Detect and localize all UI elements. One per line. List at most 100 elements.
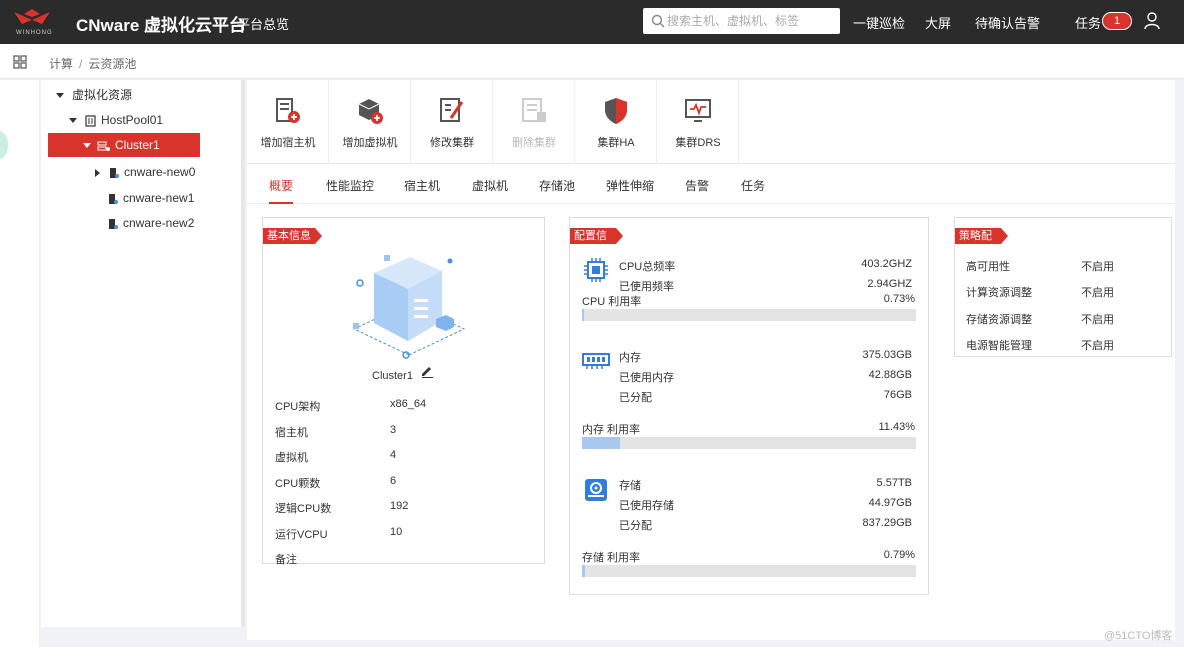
brand-logo[interactable]: WINHONG <box>12 8 64 36</box>
platform-overview-link[interactable]: 平台总览 <box>237 14 289 33</box>
delete-cluster-button[interactable]: 删除集群 <box>493 80 575 164</box>
tree-node-label: HostPool01 <box>101 113 164 127</box>
storage-allocated-value: 837.29GB <box>862 517 912 529</box>
tree-node-virtualization[interactable]: 虚拟化资源 <box>56 83 132 107</box>
basic-info-label: 逻辑CPU数 <box>275 503 332 515</box>
add-vm-icon <box>358 99 383 124</box>
basic-info-value: 6 <box>390 474 397 487</box>
server-icon <box>109 193 118 204</box>
basic-info-value: 10 <box>390 525 403 538</box>
policy-panel: 策略配置 高可用性 不启用 计算资源调整 不启用 存储资源调整 不启用 电源智能管理 不启用 <box>954 217 1172 357</box>
watermark: @51CTO博客 <box>1104 630 1173 642</box>
basic-info-label: 虚拟机 <box>275 452 308 464</box>
storage-allocated-label: 已分配 <box>619 520 652 532</box>
cpu-usage-fill <box>582 309 585 321</box>
edit-cluster-button[interactable]: 修改集群 <box>411 80 493 164</box>
tree-node-label: Cluster1 <box>115 138 160 152</box>
storage-usage-value: 0.79% <box>883 549 915 561</box>
basic-info-title: 基本信息 <box>263 228 322 244</box>
memory-total-label: 内存 <box>619 352 641 364</box>
server-icon <box>109 218 118 229</box>
tree-node-host[interactable]: cnware-new0 <box>95 160 195 184</box>
brand-mark-icon <box>14 9 50 24</box>
basic-info-panel: 基本信息 Cluster1 CPU架构 x86_64 宿主机 3 虚拟机 4 CPU颗数 6 逻… <box>262 217 545 566</box>
action-toolbar: 增加宿主机 增加虚拟机 修改集群 删除集群 集群HA 集群DRS <box>247 80 1175 164</box>
tasks-link[interactable]: 任务 <box>1075 13 1101 32</box>
cluster-ha-button[interactable]: 集群HA <box>575 80 657 164</box>
cluster-name: Cluster1 <box>372 370 413 382</box>
memory-used-value: 42.88GB <box>868 369 912 381</box>
collapse-handle[interactable] <box>0 130 8 160</box>
policy-label: 电源智能管理 <box>966 339 1032 352</box>
storage-usage-label: 存储 利用率 <box>582 552 641 564</box>
cluster-drs-button[interactable]: 集群DRS <box>657 80 739 164</box>
edit-pencil-icon[interactable] <box>420 364 434 378</box>
basic-info-label: 宿主机 <box>275 426 308 439</box>
tab-hosts[interactable]: 宿主机 <box>404 177 440 204</box>
memory-usage-bar <box>582 437 916 449</box>
add-host-button[interactable]: 增加宿主机 <box>247 80 329 164</box>
tab-vms[interactable]: 虚拟机 <box>472 177 508 204</box>
main-content: 增加宿主机 增加虚拟机 修改集群 删除集群 集群HA 集群DRS 概要 性能监控… <box>247 80 1175 640</box>
brand-text: WINHONG <box>16 30 53 36</box>
global-search <box>643 8 840 34</box>
tree-node-host[interactable]: cnware-new2 <box>108 211 194 235</box>
tab-performance[interactable]: 性能监控 <box>326 177 374 204</box>
caret-down-icon[interactable] <box>56 93 64 99</box>
left-rail <box>0 80 40 647</box>
cluster-icon <box>97 141 110 151</box>
top-bar: WINHONG CNware 虚拟化云平台 平台总览 一键巡检 大屏 待确认告警… <box>0 0 1184 44</box>
memory-allocated-value: 76GB <box>883 389 912 401</box>
config-info-panel: 配置信息 CPU总频率 403.2GHZ 已使用频率 2.94GHZ CPU 利… <box>569 217 929 595</box>
config-info-title: 配置信息 <box>570 228 623 258</box>
cluster-ha-label: 集群HA <box>597 137 635 149</box>
basic-info-label: CPU颗数 <box>275 477 321 490</box>
grid-menu-icon[interactable] <box>13 55 27 69</box>
breadcrumb-separator: / <box>79 57 83 71</box>
caret-down-icon[interactable] <box>83 143 91 148</box>
caret-right-icon[interactable] <box>95 168 100 177</box>
add-host-label: 增加宿主机 <box>260 137 316 149</box>
edit-cluster-label: 修改集群 <box>430 137 474 149</box>
big-screen-link[interactable]: 大屏 <box>925 13 951 32</box>
memory-usage-fill <box>582 437 621 449</box>
caret-down-icon[interactable] <box>69 118 77 124</box>
tree-scrollbar[interactable] <box>241 80 245 627</box>
add-vm-button[interactable]: 增加虚拟机 <box>329 80 411 164</box>
tree-node-hostpool[interactable]: HostPool01 <box>69 108 163 132</box>
add-host-icon <box>276 98 300 123</box>
search-input[interactable] <box>667 12 835 30</box>
one-click-inspection-link[interactable]: 一键巡检 <box>853 13 905 32</box>
storage-disk-icon <box>585 479 607 501</box>
tab-storage-pool[interactable]: 存储池 <box>539 177 575 204</box>
tab-overview[interactable]: 概要 <box>269 177 294 204</box>
cpu-chip-icon <box>584 258 608 282</box>
basic-info-value: 192 <box>390 500 409 512</box>
cpu-usage-value: 0.73% <box>883 293 915 305</box>
user-icon[interactable] <box>1144 12 1160 30</box>
cpu-usage-bar <box>582 309 916 321</box>
policy-label: 存储资源调整 <box>966 313 1032 326</box>
pending-alarms-link[interactable]: 待确认告警 <box>975 13 1040 32</box>
cpu-usage-label: CPU 利用率 <box>582 296 642 308</box>
basic-info-label: 备注 <box>275 554 297 566</box>
storage-total-label: 存储 <box>619 480 641 492</box>
search-icon[interactable] <box>651 14 665 28</box>
breadcrumb-compute[interactable]: 计算 <box>49 57 73 71</box>
cpu-used-label: 已使用频率 <box>619 281 674 293</box>
tree-node-host[interactable]: cnware-new1 <box>108 186 194 210</box>
breadcrumb-bar: 计算 / 云资源池 <box>0 44 1184 79</box>
tab-tasks[interactable]: 任务 <box>741 177 765 204</box>
add-vm-label: 增加虚拟机 <box>342 137 398 149</box>
cpu-used-value: 2.94GHZ <box>867 278 912 290</box>
storage-total-value: 5.57TB <box>876 477 912 489</box>
edit-cluster-icon <box>440 98 464 122</box>
storage-usage-fill <box>582 565 585 577</box>
policy-title: 策略配置 <box>955 228 1008 258</box>
task-count-badge[interactable]: 1 <box>1102 12 1132 30</box>
tab-alarms[interactable]: 告警 <box>685 177 709 204</box>
tab-elastic-scaling[interactable]: 弹性伸缩 <box>606 177 654 204</box>
tree-node-cluster[interactable]: Cluster1 <box>48 133 200 157</box>
basic-info-value: x86_64 <box>390 398 427 410</box>
basic-info-value: 3 <box>390 423 397 436</box>
